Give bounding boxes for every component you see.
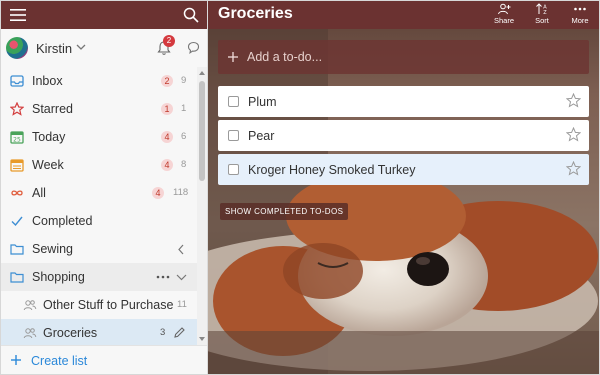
- item-count: 11: [177, 299, 187, 310]
- task-row[interactable]: Plum: [218, 86, 589, 117]
- task-row[interactable]: Pear: [218, 120, 589, 151]
- star-icon[interactable]: [566, 93, 581, 108]
- folder-icon: [10, 244, 24, 255]
- wunderlist-window: Kirstin 2 Inbox 2 9 Starred 1 1 25 Today…: [0, 0, 600, 375]
- sidebar-item-label: Inbox: [32, 74, 63, 88]
- scrollbar-thumb[interactable]: [199, 81, 205, 181]
- sidebar-item-label: Today: [32, 130, 66, 144]
- shared-list-icon: [23, 328, 37, 339]
- task-checkbox[interactable]: [228, 164, 239, 175]
- sidebar-item-label: Completed: [32, 214, 93, 228]
- item-count: 3: [160, 327, 166, 338]
- sidebar-item-label: Starred: [32, 102, 73, 116]
- sidebar-item-label: All: [32, 186, 46, 200]
- item-count: 6: [181, 131, 187, 142]
- chat-bubble-icon[interactable]: [187, 41, 200, 54]
- list-header: Groceries Share A Z Sort More: [208, 1, 599, 29]
- task-title: Plum: [248, 95, 277, 109]
- item-count: 9: [181, 75, 187, 86]
- calendar-today-icon: 25: [10, 131, 24, 144]
- edit-pencil-icon[interactable]: [173, 326, 186, 339]
- star-icon[interactable]: [566, 127, 581, 142]
- sidebar-item-all[interactable]: All 4 118: [1, 179, 197, 207]
- sidebar-item-sewing[interactable]: Sewing: [1, 235, 197, 263]
- star-icon: [10, 102, 24, 116]
- overdue-badge: 4: [161, 131, 173, 143]
- main-panel: Groceries Share A Z Sort More Add a to-d…: [208, 1, 599, 374]
- add-todo-input[interactable]: [247, 48, 577, 66]
- sidebar-item-today[interactable]: 25 Today 4 6: [1, 123, 197, 151]
- list-title: Groceries: [218, 5, 293, 22]
- scroll-up-arrow-icon[interactable]: [198, 69, 206, 77]
- avatar[interactable]: [6, 37, 28, 59]
- sort-button[interactable]: A Z Sort: [525, 3, 559, 29]
- sidebar-item-label: Shopping: [32, 270, 85, 284]
- task-checkbox[interactable]: [228, 96, 239, 107]
- sidebar-item-label: Week: [32, 158, 64, 172]
- chevron-left-icon[interactable]: [177, 244, 185, 255]
- more-button[interactable]: More: [563, 3, 597, 29]
- item-count: 118: [173, 187, 189, 198]
- more-label: More: [571, 16, 589, 25]
- checkmark-icon: [11, 216, 23, 227]
- sidebar-item-other-stuff-to-purchase[interactable]: Other Stuff to Purchase 11: [1, 291, 197, 319]
- chevron-down-icon[interactable]: [176, 273, 187, 281]
- infinity-icon: [11, 190, 23, 196]
- sort-label: Sort: [535, 16, 549, 25]
- overdue-badge: 2: [161, 75, 173, 87]
- folder-icon: [10, 272, 24, 283]
- user-name[interactable]: Kirstin: [36, 41, 72, 56]
- sidebar-item-shopping[interactable]: Shopping: [1, 263, 197, 291]
- star-icon[interactable]: [566, 161, 581, 176]
- show-completed-button[interactable]: SHOW COMPLETED TO-DOS: [220, 203, 349, 220]
- sort-icon: A Z: [536, 3, 547, 15]
- shared-list-icon: [23, 300, 37, 311]
- task-checkbox[interactable]: [228, 130, 239, 141]
- svg-text:Z: Z: [543, 10, 547, 15]
- sidebar-item-label: Groceries: [43, 326, 98, 340]
- task-title: Pear: [248, 129, 275, 143]
- sidebar: Kirstin 2 Inbox 2 9 Starred 1 1 25 Today…: [1, 1, 208, 374]
- user-row: Kirstin 2: [1, 29, 207, 67]
- share-label: Share: [493, 16, 514, 25]
- overdue-badge: 4: [161, 159, 173, 171]
- sidebar-item-label: Other Stuff to Purchase: [43, 298, 174, 312]
- sidebar-item-groceries[interactable]: Groceries 3: [1, 319, 197, 347]
- plus-icon: [11, 355, 21, 365]
- more-options-icon[interactable]: [156, 275, 170, 279]
- svg-text:25: 25: [13, 137, 21, 144]
- item-count: 1: [181, 103, 187, 114]
- share-button[interactable]: Share: [487, 3, 521, 29]
- sidebar-item-completed[interactable]: Completed: [1, 207, 197, 235]
- sidebar-scrollbar[interactable]: [197, 67, 207, 345]
- overdue-badge: 1: [161, 103, 173, 115]
- task-title: Kroger Honey Smoked Turkey: [248, 163, 416, 177]
- sidebar-item-week[interactable]: Week 4 8: [1, 151, 197, 179]
- search-icon[interactable]: [182, 6, 200, 24]
- sidebar-item-starred[interactable]: Starred 1 1: [1, 95, 197, 123]
- list-navigation: Inbox 2 9 Starred 1 1 25 Today 4 6 Week …: [1, 67, 197, 347]
- sidebar-item-label: Sewing: [32, 242, 73, 256]
- chevron-down-icon[interactable]: [76, 43, 86, 51]
- more-icon: [574, 7, 586, 11]
- create-list-label: Create list: [31, 354, 88, 368]
- inbox-icon: [10, 75, 24, 87]
- scroll-down-arrow-icon[interactable]: [198, 335, 206, 343]
- add-todo-bar[interactable]: [218, 40, 589, 74]
- sidebar-item-inbox[interactable]: Inbox 2 9: [1, 67, 197, 95]
- calendar-week-icon: [10, 159, 24, 172]
- task-row[interactable]: Kroger Honey Smoked Turkey: [218, 154, 589, 185]
- plus-icon: [228, 52, 238, 62]
- create-list-button[interactable]: Create list: [1, 345, 207, 374]
- notification-badge: 2: [163, 35, 175, 47]
- hamburger-menu-icon[interactable]: [9, 7, 27, 23]
- share-icon: [498, 3, 511, 15]
- sidebar-toolbar: [1, 1, 207, 29]
- overdue-badge: 4: [152, 187, 164, 199]
- item-count: 8: [181, 159, 187, 170]
